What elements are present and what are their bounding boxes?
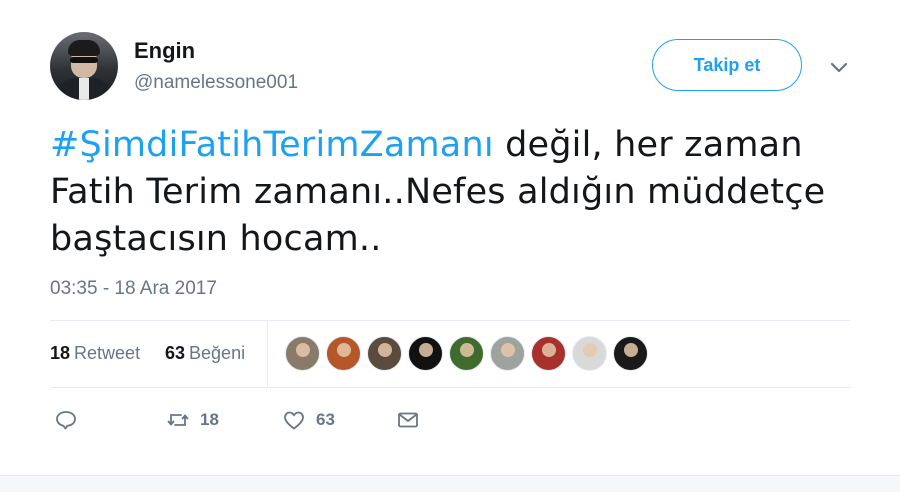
retweet-stat-count: 18 (50, 343, 71, 363)
retweet-button[interactable]: 18 (166, 405, 219, 435)
liker-avatar[interactable] (326, 336, 361, 371)
likes-stat[interactable]: 63 Beğeni (165, 343, 245, 364)
tweet-text: #ŞimdiFatihTerimZamanı değil, her zaman … (50, 122, 850, 263)
stats-divider (267, 320, 268, 387)
retweet-stat[interactable]: 18 Retweet (50, 343, 140, 364)
tweet-card: Engin @namelessone001 Takip et #ŞimdiFat… (0, 0, 900, 475)
avatar-hair (68, 40, 100, 56)
liker-avatars (285, 336, 654, 372)
liker-avatar[interactable] (572, 336, 607, 371)
likes-stat-label: Beğeni (189, 343, 246, 363)
tweet-text-line2: Fatih Terim zamanı..Nefes aldığın müddet… (50, 172, 826, 212)
tweet-text-line1: değil, her zaman (493, 125, 803, 165)
like-button[interactable]: 63 (282, 405, 335, 435)
tweet-text-line3: baştacısın hocam.. (50, 219, 382, 259)
divider-top (50, 320, 850, 321)
reply-icon (56, 411, 76, 430)
liker-avatar[interactable] (531, 336, 566, 371)
liker-avatar[interactable] (367, 336, 402, 371)
heart-icon (284, 411, 304, 430)
tweet-timestamp[interactable]: 03:35 - 18 Ara 2017 (50, 278, 217, 300)
chevron-down-icon[interactable] (828, 56, 850, 78)
avatar-shirt (79, 78, 89, 100)
retweet-icon (167, 414, 189, 426)
liker-avatar[interactable] (613, 336, 648, 371)
hashtag-link[interactable]: #ŞimdiFatihTerimZamanı (50, 125, 494, 165)
retweet-stat-label: Retweet (74, 343, 141, 363)
liker-avatar[interactable] (490, 336, 525, 371)
user-avatar[interactable] (50, 32, 118, 100)
follow-button[interactable]: Takip et (652, 39, 802, 91)
liker-avatar[interactable] (408, 336, 443, 371)
user-handle[interactable]: @namelessone001 (134, 72, 298, 94)
likes-stat-count: 63 (165, 343, 186, 363)
reply-button[interactable] (54, 405, 78, 435)
like-count: 63 (316, 410, 335, 429)
retweet-count: 18 (200, 410, 219, 429)
liker-avatar[interactable] (449, 336, 484, 371)
avatar-glasses (70, 57, 98, 63)
bottom-strip (0, 475, 900, 492)
direct-message-button[interactable] (396, 405, 420, 435)
liker-avatar[interactable] (285, 336, 320, 371)
divider-bottom (50, 387, 850, 388)
user-name[interactable]: Engin (134, 38, 195, 64)
envelope-icon (398, 412, 418, 428)
